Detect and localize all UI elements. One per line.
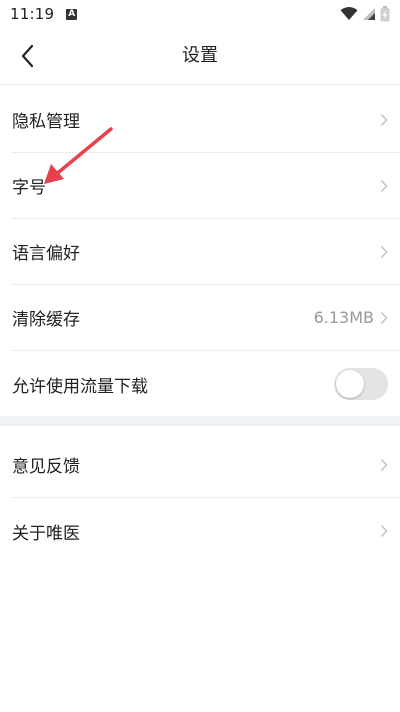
row-label: 意见反馈 (12, 457, 80, 477)
row-label: 允许使用流量下载 (12, 376, 148, 397)
chevron-right-icon (380, 311, 388, 324)
settings-row-language[interactable]: 语言偏好 (12, 219, 400, 285)
cellular-download-toggle[interactable] (334, 368, 388, 400)
chevron-right-icon (380, 179, 388, 192)
annotation-arrow-icon (44, 127, 113, 184)
chevron-right-icon (380, 245, 388, 258)
settings-row-clear-cache[interactable]: 清除缓存 6.13MB (12, 285, 400, 351)
status-bar: 11:19 A (0, 0, 400, 28)
app-notification-icon: A (66, 8, 78, 20)
row-label: 清除缓存 (12, 310, 80, 330)
settings-row-feedback[interactable]: 意见反馈 (12, 432, 400, 498)
status-time: 11:19 (10, 5, 55, 23)
cache-size-value: 6.13MB (313, 308, 374, 327)
toggle-knob (336, 370, 364, 398)
other-group: 意见反馈 关于唯医 (0, 432, 400, 564)
signal-icon (363, 8, 375, 20)
row-label: 语言偏好 (12, 244, 80, 264)
section-divider (0, 416, 400, 426)
battery-charging-icon (380, 6, 390, 22)
wifi-icon (340, 7, 358, 20)
settings-row-about[interactable]: 关于唯医 (12, 498, 400, 564)
settings-row-cellular-download: 允许使用流量下载 (12, 351, 400, 417)
page-title: 设置 (182, 45, 218, 66)
nav-bar: 设置 (0, 28, 400, 85)
chevron-right-icon (380, 524, 388, 538)
chevron-right-icon (380, 458, 388, 471)
row-label: 关于唯医 (12, 523, 80, 544)
chevron-right-icon (380, 113, 388, 126)
